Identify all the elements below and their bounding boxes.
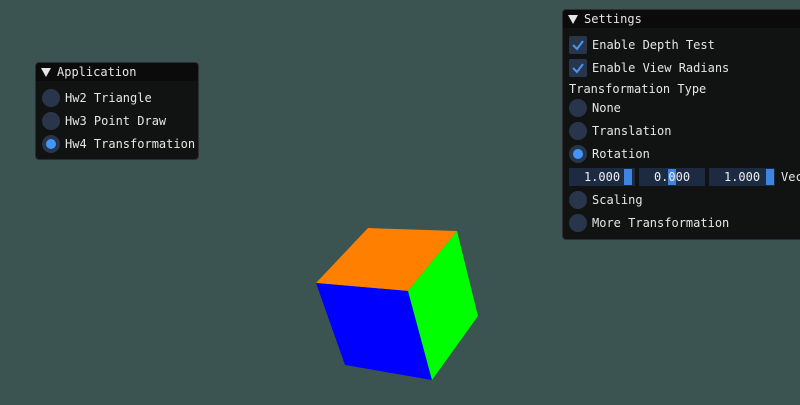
checkbox-label: Enable View Radians (592, 61, 730, 75)
radio-icon[interactable] (42, 89, 60, 107)
drag-grab-handle[interactable] (624, 169, 632, 185)
rotation-z-drag-field[interactable]: 1.000 (709, 168, 775, 186)
radio-selected-icon[interactable] (42, 135, 60, 153)
drag-value: 1.000 (723, 170, 761, 184)
radio-none[interactable]: None (569, 98, 621, 118)
radio-more-transformation[interactable]: More Transformation (569, 213, 729, 233)
settings-title: Settings (584, 12, 642, 26)
radio-icon[interactable] (569, 214, 587, 232)
radio-translation[interactable]: Translation (569, 121, 671, 141)
checkmark-icon (572, 63, 584, 74)
settings-title-bar[interactable]: Settings (563, 10, 800, 28)
radio-label: Hw3 Point Draw (65, 114, 167, 128)
drag-value: 1.000 (583, 170, 621, 184)
rotation-x-drag-field[interactable]: 1.000 (569, 168, 635, 186)
radio-rotation[interactable]: Rotation (569, 144, 650, 164)
radio-label: Translation (592, 124, 672, 138)
radio-label: None (592, 101, 621, 115)
radio-label: Hw2 Triangle (65, 91, 152, 105)
checkbox-enable-depth-test[interactable]: Enable Depth Test (569, 35, 715, 55)
radio-hw2-triangle[interactable]: Hw2 Triangle (42, 88, 152, 108)
application-window[interactable]: Application Hw2 Triangle Hw3 Point Draw … (35, 62, 199, 160)
collapse-arrow-icon[interactable] (41, 67, 51, 77)
settings-window[interactable]: Settings Enable Depth Test Enable View R… (562, 9, 800, 240)
checkmark-icon (572, 40, 584, 51)
radio-icon[interactable] (569, 99, 587, 117)
checkbox-box[interactable] (569, 36, 587, 54)
checkbox-enable-view-radians[interactable]: Enable View Radians (569, 58, 729, 78)
radio-label: Hw4 Transformation (65, 137, 196, 151)
radio-icon[interactable] (569, 122, 587, 140)
checkbox-box[interactable] (569, 59, 587, 77)
rotation-vector-label: Vec (781, 170, 800, 184)
radio-label: Scaling (592, 193, 643, 207)
radio-label: More Transformation (592, 216, 730, 230)
radio-hw3-point-draw[interactable]: Hw3 Point Draw (42, 111, 166, 131)
drag-value: 0.000 (653, 170, 691, 184)
application-title-bar[interactable]: Application (36, 63, 198, 81)
radio-selected-icon[interactable] (569, 145, 587, 163)
rotation-y-drag-field[interactable]: 0.000 (639, 168, 705, 186)
radio-hw4-transformation[interactable]: Hw4 Transformation (42, 134, 195, 154)
application-title: Application (57, 65, 137, 79)
checkbox-label: Enable Depth Test (592, 38, 715, 52)
radio-icon[interactable] (569, 191, 587, 209)
radio-icon[interactable] (42, 112, 60, 130)
radio-scaling[interactable]: Scaling (569, 190, 643, 210)
transformation-type-label: Transformation Type (569, 82, 707, 96)
radio-label: Rotation (592, 147, 650, 161)
drag-grab-handle[interactable] (766, 169, 774, 185)
collapse-arrow-icon[interactable] (568, 14, 578, 24)
